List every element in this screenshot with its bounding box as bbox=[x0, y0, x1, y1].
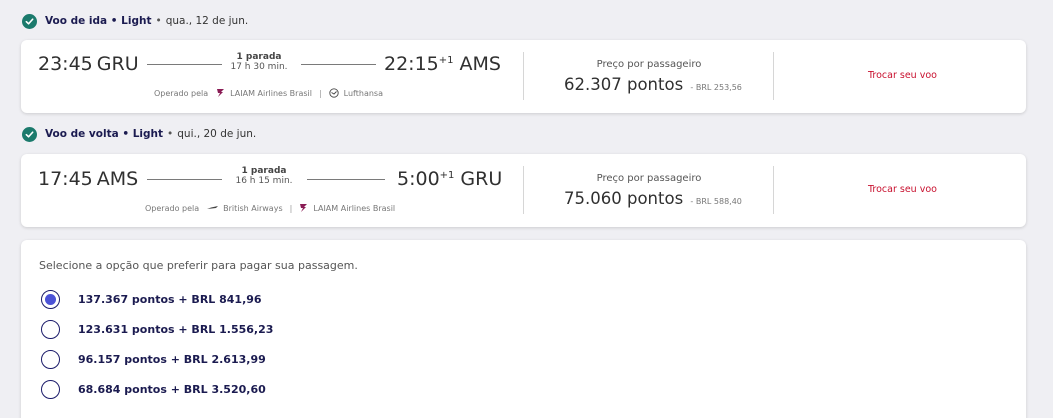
outbound-flight-card: 23:45 GRU 1 parada 17 h 30 min. 22:15+1 AM… bbox=[21, 40, 1026, 113]
airline-name: LAIAM Airlines Brasil bbox=[313, 203, 396, 213]
payment-option-label: 137.367 pontos + BRL 841,96 bbox=[78, 293, 262, 306]
day-offset: +1 bbox=[439, 169, 455, 181]
airline-name: Lufthansa bbox=[343, 88, 383, 98]
operated-by: Operado pela LAIAM Airlines Brasil | Luf… bbox=[154, 88, 383, 98]
divider bbox=[523, 166, 524, 214]
price-points: 62.307 pontos bbox=[564, 75, 684, 94]
stops-info: 1 parada 17 h 30 min. bbox=[214, 52, 304, 72]
fare-name: Light bbox=[132, 128, 164, 140]
departure-time: 17:45 bbox=[38, 168, 93, 190]
arrival: 5:00+1 GRU bbox=[397, 168, 502, 190]
operated-by: Operado pela British Airways | LAIAM Air… bbox=[145, 203, 396, 213]
radio-button[interactable] bbox=[41, 380, 60, 399]
flight-duration: 16 h 15 min. bbox=[235, 176, 293, 186]
payment-option[interactable]: 137.367 pontos + BRL 841,96 bbox=[41, 290, 262, 309]
route-line bbox=[301, 64, 376, 65]
arrival: 22:15+1 AMS bbox=[384, 53, 501, 75]
route-line bbox=[307, 179, 385, 180]
payment-option-label: 96.157 pontos + BRL 2.613,99 bbox=[78, 353, 266, 366]
departure-airport: GRU bbox=[96, 53, 139, 75]
change-flight-link[interactable]: Trocar seu voo bbox=[868, 70, 937, 81]
price-brl: - BRL 253,56 bbox=[690, 83, 742, 92]
payment-option[interactable]: 123.631 pontos + BRL 1.556,23 bbox=[41, 320, 273, 339]
payment-instructions: Selecione a opção que preferir para paga… bbox=[39, 259, 358, 272]
change-flight-link[interactable]: Trocar seu voo bbox=[868, 184, 937, 195]
route-line bbox=[147, 179, 222, 180]
fare-name: Light bbox=[121, 15, 152, 27]
stops-info: 1 parada 16 h 15 min. bbox=[219, 166, 309, 186]
segment-title: Voo de volta bbox=[45, 128, 119, 140]
inbound-header: Voo de volta • Light • qui., 20 de jun. bbox=[22, 125, 256, 143]
day-offset: +1 bbox=[438, 54, 454, 66]
payment-option-label: 123.631 pontos + BRL 1.556,23 bbox=[78, 323, 274, 336]
price-label: Preço por passageiro bbox=[596, 59, 702, 70]
divider bbox=[773, 166, 774, 214]
departure: 17:45 AMS bbox=[38, 168, 138, 190]
departure: 23:45 GRU bbox=[38, 53, 139, 75]
price: 75.060 pontos - BRL 588,40 bbox=[564, 189, 742, 208]
arrival-airport: AMS bbox=[459, 53, 501, 75]
check-icon bbox=[22, 13, 37, 29]
departure-airport: AMS bbox=[96, 168, 139, 190]
inbound-flight-card: 17:45 AMS 1 parada 16 h 15 min. 5:00+1 GRU… bbox=[21, 154, 1026, 227]
stops-count: 1 parada bbox=[241, 166, 287, 176]
segment-date: qui., 20 de jun. bbox=[177, 128, 257, 140]
route-line bbox=[147, 64, 222, 65]
payment-option[interactable]: 96.157 pontos + BRL 2.613,99 bbox=[41, 350, 266, 369]
latam-logo-icon bbox=[216, 88, 225, 98]
arrival-time: 5:00 bbox=[397, 168, 440, 190]
departure-time: 23:45 bbox=[38, 53, 93, 75]
arrival-time: 22:15 bbox=[384, 53, 439, 75]
price-brl: - BRL 588,40 bbox=[690, 197, 742, 206]
radio-button[interactable] bbox=[41, 350, 60, 369]
airline-name: British Airways bbox=[223, 203, 283, 213]
segment-title: Voo de ida bbox=[45, 15, 108, 27]
price-points: 75.060 pontos bbox=[564, 189, 684, 208]
divider bbox=[773, 52, 774, 100]
arrival-airport: GRU bbox=[460, 168, 503, 190]
lufthansa-logo-icon bbox=[329, 88, 339, 98]
payment-option-label: 68.684 pontos + BRL 3.520,60 bbox=[78, 383, 266, 396]
radio-button[interactable] bbox=[41, 290, 60, 309]
british-airways-logo-icon bbox=[207, 205, 219, 211]
stops-count: 1 parada bbox=[236, 52, 282, 62]
payment-option[interactable]: 68.684 pontos + BRL 3.520,60 bbox=[41, 380, 266, 399]
divider bbox=[523, 52, 524, 100]
segment-date: qua., 12 de jun. bbox=[165, 15, 249, 27]
price: 62.307 pontos - BRL 253,56 bbox=[564, 75, 742, 94]
airline-name: LAIAM Airlines Brasil bbox=[230, 88, 312, 98]
radio-button[interactable] bbox=[41, 320, 60, 339]
payment-options-panel: Selecione a opção que preferir para paga… bbox=[21, 240, 1026, 418]
latam-logo-icon bbox=[299, 203, 308, 213]
check-icon bbox=[22, 126, 37, 142]
flight-duration: 17 h 30 min. bbox=[230, 62, 288, 72]
outbound-header: Voo de ida • Light • qua., 12 de jun. bbox=[22, 12, 248, 30]
price-label: Preço por passageiro bbox=[596, 173, 702, 184]
